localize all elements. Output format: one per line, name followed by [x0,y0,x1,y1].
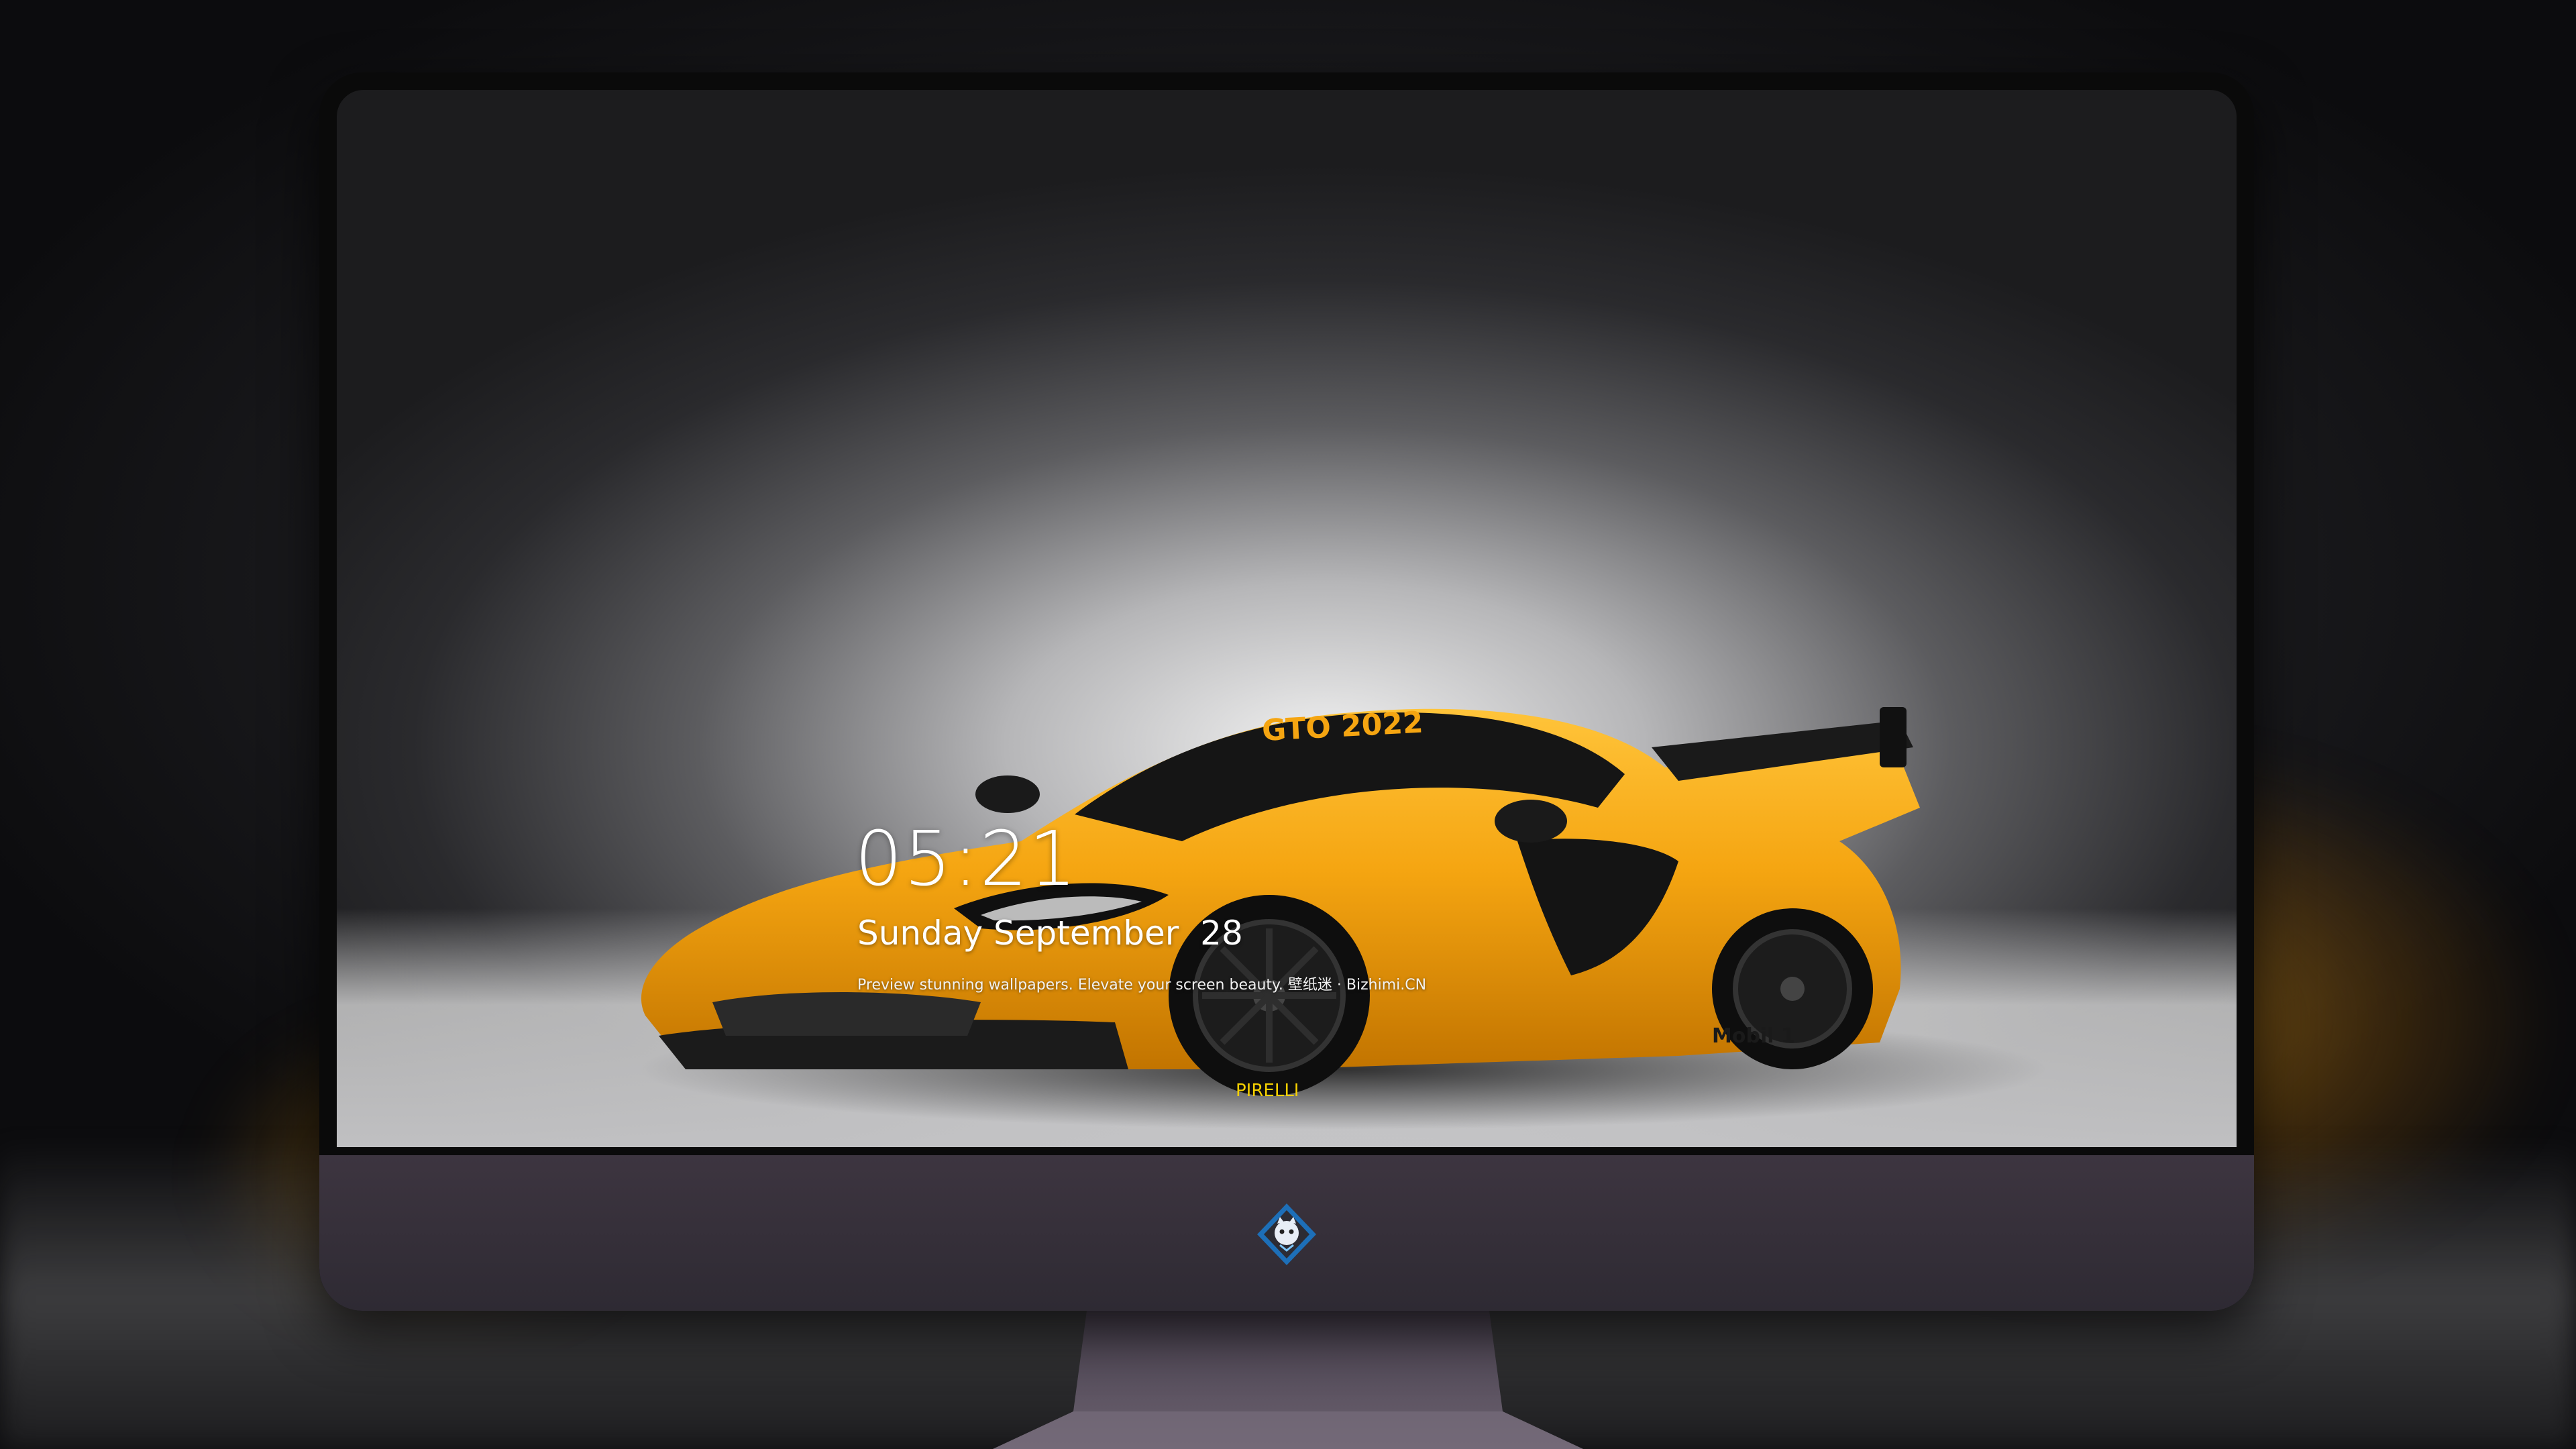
lockscreen-date: Sunday September 28 [857,914,1243,953]
lockscreen-time: 05:21 [855,816,1078,903]
monitor-stand [993,1311,1583,1449]
monitor-screen: GTO 2022 PIRELLI Mobil 1 05:21 Sunday Se… [337,90,2237,1147]
wallpaper-preview-scene: GTO 2022 PIRELLI Mobil 1 05:21 Sunday Se… [0,0,2576,1449]
mascot-logo-icon [1257,1203,1316,1265]
monitor: GTO 2022 PIRELLI Mobil 1 05:21 Sunday Se… [319,72,2254,1311]
wallpaper-car: GTO 2022 PIRELLI Mobil 1 [639,705,2047,1130]
side-decal: Mobil 1 [1712,1024,1795,1048]
lockscreen-tagline: Preview stunning wallpapers. Elevate you… [857,977,1427,994]
tyre-text: PIRELLI [1236,1081,1299,1101]
